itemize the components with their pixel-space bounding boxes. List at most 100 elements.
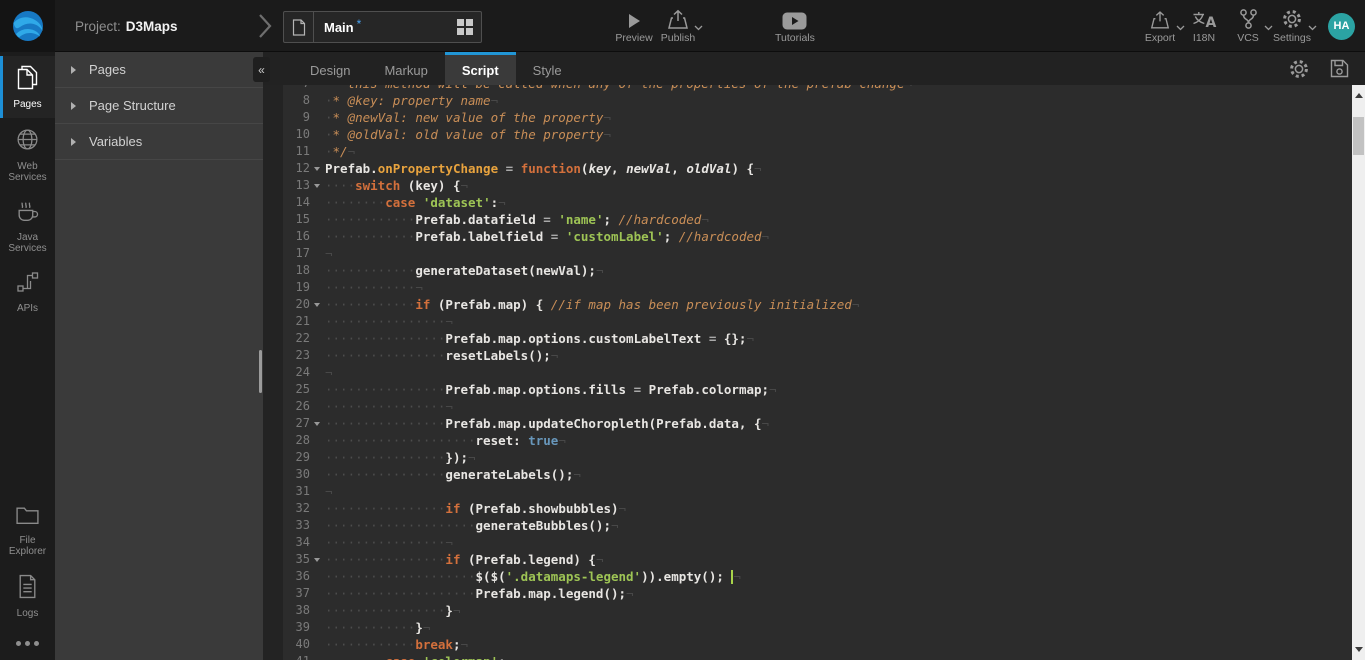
tab-design[interactable]: Design: [293, 52, 367, 85]
editor-scrollbar[interactable]: [1352, 85, 1365, 660]
expand-arrow-icon[interactable]: [71, 66, 76, 74]
sidebar-item-file-explorer[interactable]: File Explorer: [0, 496, 55, 565]
code-line-35[interactable]: 35················if (Prefab.legend) {¬: [283, 551, 1352, 568]
code-line-19[interactable]: 19············¬: [283, 279, 1352, 296]
grid-icon[interactable]: [457, 19, 473, 35]
code-line-11[interactable]: 11·*/¬: [283, 143, 1352, 160]
save-icon[interactable]: [1330, 59, 1349, 78]
fold-arrow-icon[interactable]: [314, 422, 320, 426]
sidebar-item-logs[interactable]: Logs: [0, 565, 55, 627]
line-number: 33: [283, 517, 310, 534]
open-page-tab[interactable]: Main *: [283, 11, 482, 43]
settings-button[interactable]: Settings: [1270, 0, 1314, 52]
editor-main: DesignMarkupScriptStyle 7·* this method …: [263, 52, 1365, 660]
action-label: Tutorials: [775, 32, 815, 44]
code-line-23[interactable]: 23················resetLabels();¬: [283, 347, 1352, 364]
code-line-39[interactable]: 39············}¬: [283, 619, 1352, 636]
chevron-down-icon[interactable]: [694, 18, 703, 36]
user-avatar[interactable]: HA: [1328, 13, 1355, 40]
line-number: 36: [283, 568, 310, 585]
code-line-32[interactable]: 32················if (Prefab.showbubbles…: [283, 500, 1352, 517]
chevron-right-icon[interactable]: [258, 13, 272, 44]
code-line-36[interactable]: 36····················$($('.datamaps-leg…: [283, 568, 1352, 585]
tutorials-button[interactable]: Tutorials: [772, 0, 818, 52]
code-area[interactable]: 7·* this method will be called when any …: [283, 85, 1352, 660]
publish-button[interactable]: Publish: [656, 0, 700, 52]
code-line-21[interactable]: 21················¬: [283, 313, 1352, 330]
doc-icon: [17, 574, 38, 604]
branch-icon: [1238, 8, 1259, 30]
code-line-18[interactable]: 18············generateDataset(newVal);¬: [283, 262, 1352, 279]
export-button[interactable]: Export: [1138, 0, 1182, 52]
tab-markup[interactable]: Markup: [367, 52, 444, 85]
sidebar-item-java-services[interactable]: Java Services: [0, 191, 55, 262]
editor-scrollbar-thumb[interactable]: [1353, 117, 1364, 155]
code-line-10[interactable]: 10·* @oldVal: old value of the property¬: [283, 126, 1352, 143]
code-line-29[interactable]: 29················});¬: [283, 449, 1352, 466]
action-label: Export: [1145, 32, 1175, 44]
line-number: 19: [283, 279, 310, 296]
line-number: 16: [283, 228, 310, 245]
panel-section-pages[interactable]: Pages: [55, 52, 263, 88]
collapse-panel-button[interactable]: «: [253, 57, 270, 82]
code-line-24[interactable]: 24¬: [283, 364, 1352, 381]
panel-section-page-structure[interactable]: Page Structure: [55, 88, 263, 124]
line-number: 40: [283, 636, 310, 653]
rail-item-label: APIs: [17, 303, 38, 314]
code-line-37[interactable]: 37····················Prefab.map.legend(…: [283, 585, 1352, 602]
fold-arrow-icon[interactable]: [314, 184, 320, 188]
fold-arrow-icon[interactable]: [314, 167, 320, 171]
sidebar-item-pages[interactable]: Pages: [0, 56, 55, 118]
code-line-22[interactable]: 22················Prefab.map.options.cus…: [283, 330, 1352, 347]
code-line-40[interactable]: 40············break;¬: [283, 636, 1352, 653]
code-line-12[interactable]: 12Prefab.onPropertyChange = function(key…: [283, 160, 1352, 177]
code-line-25[interactable]: 25················Prefab.map.options.fil…: [283, 381, 1352, 398]
code-line-31[interactable]: 31¬: [283, 483, 1352, 500]
tab-script[interactable]: Script: [445, 52, 516, 85]
code-line-26[interactable]: 26················¬: [283, 398, 1352, 415]
code-line-28[interactable]: 28····················reset: true¬: [283, 432, 1352, 449]
scroll-up-arrow[interactable]: [1355, 93, 1363, 98]
editor-settings-gear-icon[interactable]: [1288, 58, 1310, 80]
code-line-33[interactable]: 33····················generateBubbles();…: [283, 517, 1352, 534]
code-line-20[interactable]: 20············if (Prefab.map) { //if map…: [283, 296, 1352, 313]
sidebar-item-web-services[interactable]: Web Services: [0, 118, 55, 191]
page-file-icon[interactable]: [284, 12, 314, 42]
chevron-down-icon[interactable]: [1308, 18, 1317, 36]
fold-arrow-icon[interactable]: [314, 303, 320, 307]
sidebar-item-apis[interactable]: APIs: [0, 262, 55, 322]
line-number: 18: [283, 262, 310, 279]
code-line-16[interactable]: 16············Prefab.labelfield = 'custo…: [283, 228, 1352, 245]
tab-style[interactable]: Style: [516, 52, 579, 85]
code-line-27[interactable]: 27················Prefab.map.updateChoro…: [283, 415, 1352, 432]
fold-arrow-icon[interactable]: [314, 558, 320, 562]
folder-icon: [15, 505, 40, 531]
line-number: 29: [283, 449, 310, 466]
code-line-9[interactable]: 9·* @newVal: new value of the property¬: [283, 109, 1352, 126]
panel-section-label: Pages: [89, 62, 126, 77]
code-line-13[interactable]: 13····switch (key) {¬: [283, 177, 1352, 194]
wavemaker-logo[interactable]: [0, 0, 55, 52]
scroll-down-arrow[interactable]: [1355, 647, 1363, 652]
more-options-button[interactable]: [0, 627, 55, 660]
expand-arrow-icon[interactable]: [71, 138, 76, 146]
code-line-8[interactable]: 8·* @key: property name¬: [283, 92, 1352, 109]
i18n-button[interactable]: AI18N: [1182, 0, 1226, 52]
code-line-30[interactable]: 30················generateLabels();¬: [283, 466, 1352, 483]
code-line-34[interactable]: 34················¬: [283, 534, 1352, 551]
tabstrip-icons: [1288, 52, 1349, 85]
code-line-14[interactable]: 14········case 'dataset':¬: [283, 194, 1352, 211]
expand-arrow-icon[interactable]: [71, 102, 76, 110]
code-line-15[interactable]: 15············Prefab.datafield = 'name';…: [283, 211, 1352, 228]
vcs-button[interactable]: VCS: [1226, 0, 1270, 52]
page-tabs: DesignMarkupScriptStyle: [263, 52, 1365, 85]
play-icon: [624, 8, 644, 30]
code-line-41[interactable]: 41········case 'colormap':¬: [283, 653, 1352, 660]
coffee-icon: [15, 200, 40, 228]
panel-scrollbar-thumb[interactable]: [259, 350, 262, 393]
code-line-17[interactable]: 17¬: [283, 245, 1352, 262]
panel-section-variables[interactable]: Variables: [55, 124, 263, 160]
preview-button[interactable]: Preview: [612, 0, 656, 52]
line-number: 15: [283, 211, 310, 228]
code-line-38[interactable]: 38················}¬: [283, 602, 1352, 619]
